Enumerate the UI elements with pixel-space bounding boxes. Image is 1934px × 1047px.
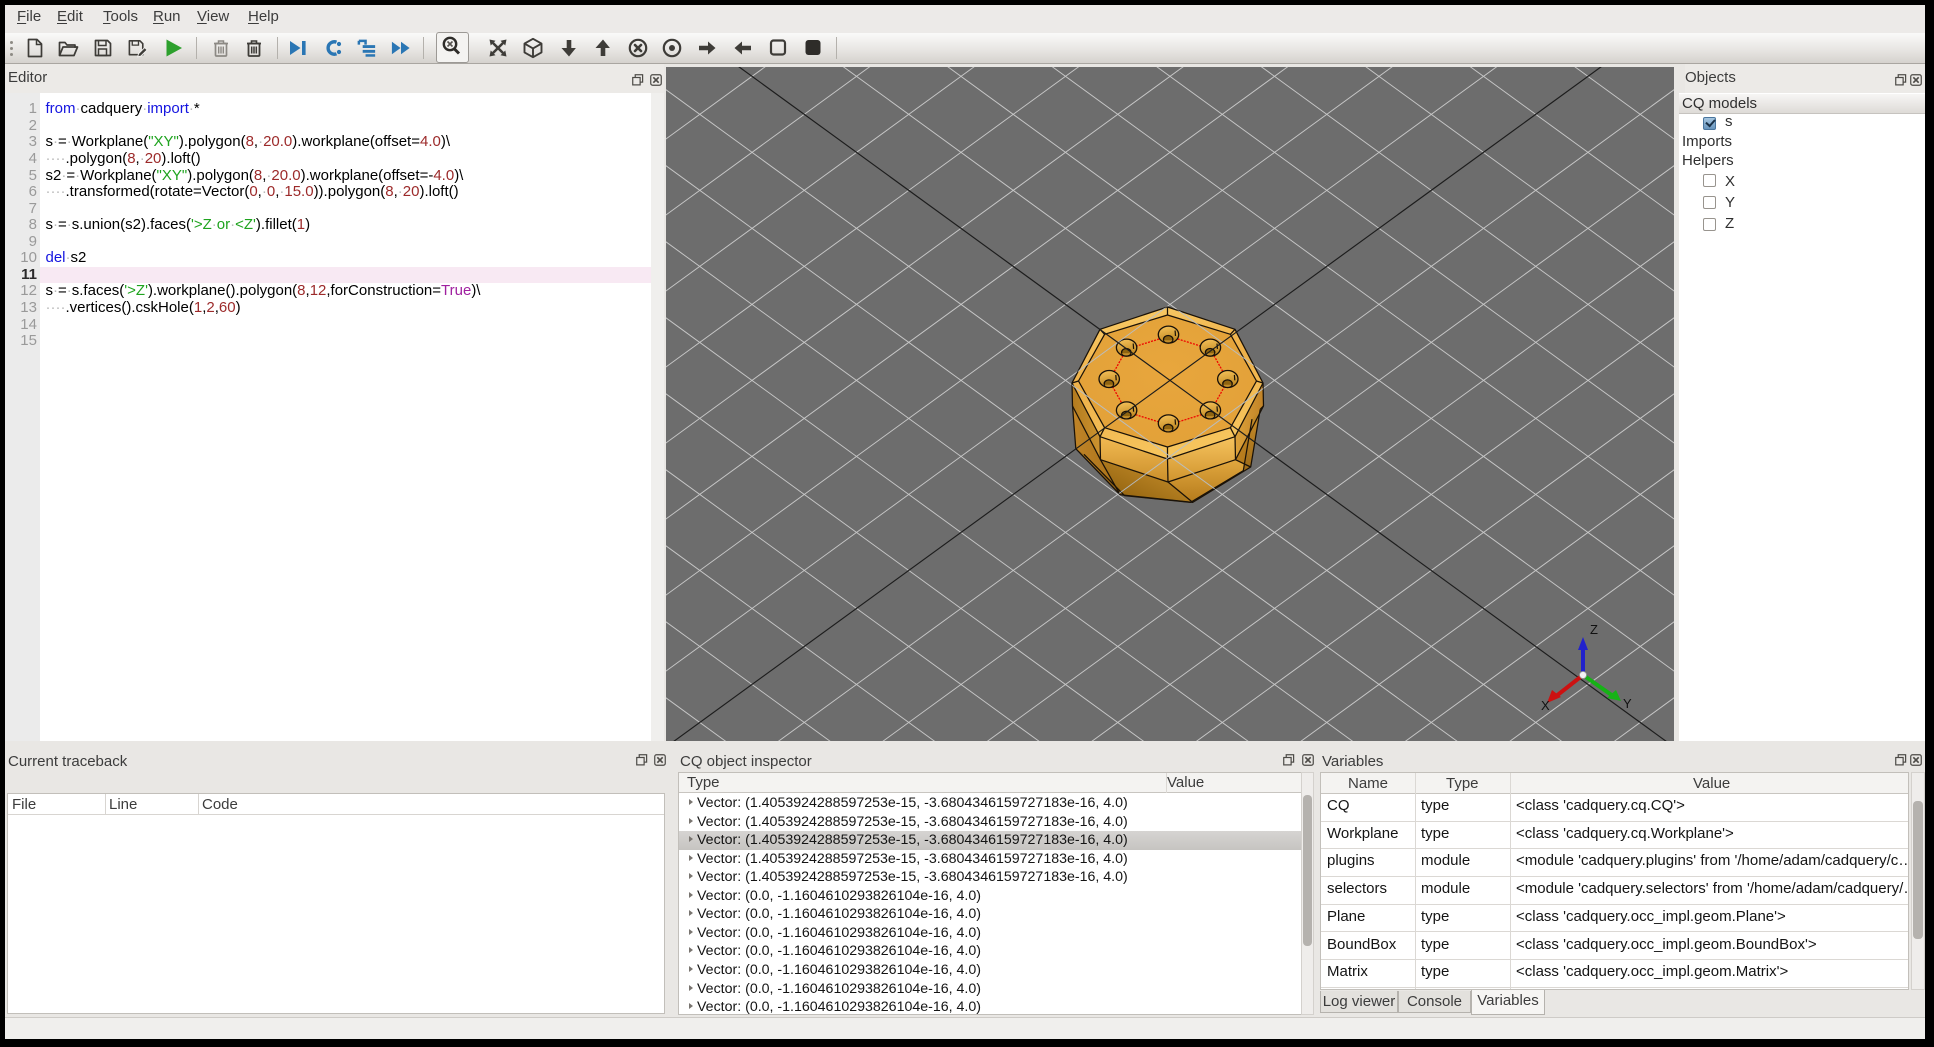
svg-text:Y: Y bbox=[1623, 696, 1632, 711]
svg-text:Z: Z bbox=[1590, 622, 1598, 637]
svg-text:X: X bbox=[1541, 698, 1550, 713]
